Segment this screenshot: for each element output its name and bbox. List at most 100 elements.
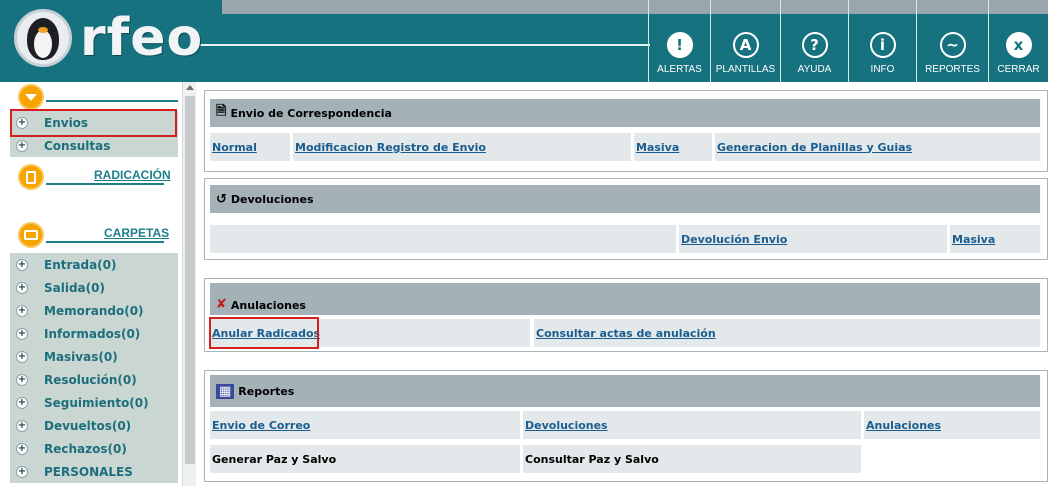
- carpetas-heading[interactable]: CARPETAS: [104, 226, 169, 240]
- sidebar-divider: [46, 241, 164, 243]
- text-consultar-paz-salvo[interactable]: Consultar Paz y Salvo: [525, 453, 659, 466]
- mail-document-icon: 🗎: [216, 104, 227, 119]
- sidebar-item-devueltos[interactable]: + Devueltos(0): [10, 414, 178, 437]
- section-header: ↺ Devoluciones: [210, 185, 1040, 213]
- radicacion-icon: [18, 164, 44, 190]
- link-reporte-devoluciones[interactable]: Devoluciones: [525, 419, 608, 432]
- sidebar-item-resolucion[interactable]: + Resolución(0): [10, 368, 178, 391]
- nav-label: PLANTILLAS: [715, 64, 776, 75]
- nav-cerrar[interactable]: x CERRAR: [988, 0, 1048, 82]
- cell-generar-paz-salvo: Generar Paz y Salvo: [210, 445, 520, 473]
- plus-icon: +: [16, 396, 28, 409]
- nav-plantillas[interactable]: A PLANTILLAS: [710, 0, 780, 82]
- sidebar-item-envios[interactable]: + Envios: [10, 111, 178, 134]
- sidebar-item-label: Devueltos(0): [44, 418, 132, 433]
- sidebar-item-label: Memorando(0): [44, 303, 144, 318]
- sidebar-item-label: Salida(0): [44, 280, 105, 295]
- sidebar-item-seguimiento[interactable]: + Seguimiento(0): [10, 391, 178, 414]
- section-title: Anulaciones: [230, 299, 306, 312]
- nav-label: INFO: [870, 64, 895, 75]
- section-title: Devoluciones: [230, 192, 314, 206]
- folder-icon: [24, 230, 38, 240]
- nav-label: ALERTAS: [657, 64, 702, 75]
- sidebar-item-informados[interactable]: + Informados(0): [10, 322, 178, 345]
- section-header: ✘ Anulaciones: [210, 283, 1040, 315]
- cell-masiva: Masiva: [950, 225, 1040, 253]
- cell-devoluciones: Devoluciones: [523, 411, 861, 439]
- nav-info[interactable]: i INFO: [848, 0, 916, 82]
- sidebar-folders-list: + Entrada(0) + Salida(0) + Memorando(0) + In…: [10, 253, 178, 483]
- reports-icon: ~: [939, 32, 966, 58]
- plus-icon: +: [16, 465, 28, 478]
- sidebar-item-label: Seguimiento(0): [44, 395, 149, 410]
- menu-toggle-icon[interactable]: [18, 84, 44, 110]
- sidebar-item-label: Masivas(0): [44, 349, 118, 364]
- sidebar-item-label: Rechazos(0): [44, 441, 127, 456]
- scroll-thumb[interactable]: [185, 96, 195, 464]
- cell-consultar-actas: Consultar actas de anulación: [534, 319, 1040, 347]
- cell-planillas: Generacion de Planillas y Guias: [715, 133, 1040, 161]
- cell-empty: [210, 225, 676, 253]
- link-normal[interactable]: Normal: [212, 141, 257, 154]
- sidebar-item-salida[interactable]: + Salida(0): [10, 276, 178, 299]
- section-anulaciones: ✘ Anulaciones Anular Radicados Consultar…: [204, 278, 1048, 352]
- sidebar-item-label: Informados(0): [44, 326, 141, 341]
- plus-icon: +: [16, 304, 28, 317]
- sidebar-item-label: Consultas: [44, 138, 111, 153]
- nav-label: CERRAR: [997, 64, 1040, 75]
- nav-alertas[interactable]: ! ALERTAS: [648, 0, 710, 82]
- sidebar-item-personales[interactable]: + PERSONALES: [10, 460, 178, 483]
- help-icon: ?: [801, 32, 828, 58]
- sidebar-item-label: Envios: [44, 115, 89, 130]
- header-divider-line: [200, 44, 650, 46]
- cancel-tools-icon: ✘: [216, 297, 227, 312]
- sidebar-divider: [46, 100, 178, 102]
- return-icon: ↺: [216, 191, 227, 207]
- plus-icon: +: [16, 116, 28, 129]
- app-logo[interactable]: rfeo: [14, 8, 203, 68]
- nav-label: REPORTES: [925, 64, 980, 75]
- link-consultar-actas[interactable]: Consultar actas de anulación: [536, 327, 716, 340]
- link-modificacion-registro[interactable]: Modificacion Registro de Envio: [295, 141, 486, 154]
- template-icon: A: [732, 32, 759, 58]
- plus-icon: +: [16, 327, 28, 340]
- brand-name: rfeo: [80, 8, 204, 68]
- document-icon: [26, 170, 36, 184]
- nav-ayuda[interactable]: ? AYUDA: [780, 0, 848, 82]
- sidebar-item-entrada[interactable]: + Entrada(0): [10, 253, 178, 276]
- plus-icon: +: [16, 442, 28, 455]
- cell-devolucion-envio: Devolución Envio: [679, 225, 947, 253]
- sidebar-scrollbar[interactable]: [182, 82, 196, 486]
- penguin-logo-icon: [14, 9, 72, 67]
- sidebar-item-label: PERSONALES: [44, 464, 133, 479]
- link-reporte-anulaciones[interactable]: Anulaciones: [866, 419, 941, 432]
- nav-reportes[interactable]: ~ REPORTES: [916, 0, 988, 82]
- cell-normal: Normal: [210, 133, 290, 161]
- plus-icon: +: [16, 139, 28, 152]
- link-devolucion-envio[interactable]: Devolución Envio: [681, 233, 787, 246]
- section-header: ▦ Reportes: [210, 375, 1040, 407]
- scroll-up-arrow-icon[interactable]: [186, 85, 194, 90]
- alert-icon: !: [666, 32, 693, 58]
- section-title: Reportes: [238, 384, 295, 398]
- sidebar-item-masivas[interactable]: + Masivas(0): [10, 345, 178, 368]
- link-masiva[interactable]: Masiva: [636, 141, 679, 154]
- link-generacion-planillas[interactable]: Generacion de Planillas y Guias: [717, 141, 912, 154]
- carpetas-icon: [18, 222, 44, 248]
- chevron-down-icon: [25, 93, 37, 101]
- sidebar-item-label: Resolución(0): [44, 372, 137, 387]
- sidebar-item-memorando[interactable]: + Memorando(0): [10, 299, 178, 322]
- radicacion-heading[interactable]: RADICACIÓN: [94, 168, 171, 182]
- section-devoluciones: ↺ Devoluciones Devolución Envio Masiva: [204, 178, 1048, 260]
- cell-anulaciones: Anulaciones: [864, 411, 1040, 439]
- sidebar-item-consultas[interactable]: + Consultas: [10, 134, 178, 157]
- sidebar-item-label: Entrada(0): [44, 257, 117, 272]
- link-anular-radicados[interactable]: Anular Radicados: [212, 327, 320, 340]
- link-envio-correo[interactable]: Envio de Correo: [212, 419, 310, 432]
- sidebar-item-rechazos[interactable]: + Rechazos(0): [10, 437, 178, 460]
- text-generar-paz-salvo[interactable]: Generar Paz y Salvo: [212, 453, 336, 466]
- link-devoluciones-masiva[interactable]: Masiva: [952, 233, 995, 246]
- chart-icon: ▦: [216, 383, 235, 399]
- plus-icon: +: [16, 350, 28, 363]
- plus-icon: +: [16, 258, 28, 271]
